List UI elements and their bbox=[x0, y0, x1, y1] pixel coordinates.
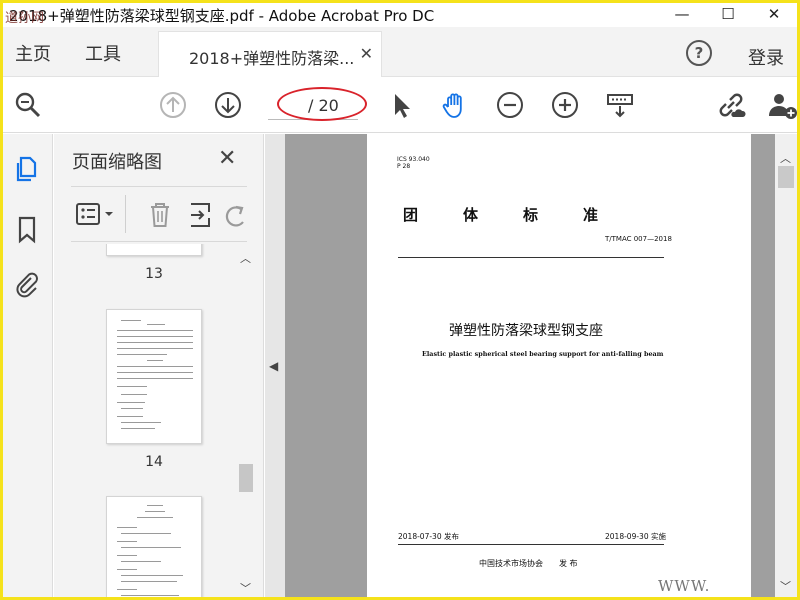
page-thumbnails-panel: 页面缩略图 ✕ 13 14 ︿ ﹀ bbox=[54, 134, 264, 597]
zoom-in-icon[interactable] bbox=[550, 90, 580, 120]
doc-title-cn: 弹塑性防落梁球型钢支座 bbox=[449, 323, 603, 339]
thumbnail-page-number: 13 bbox=[145, 266, 163, 282]
left-nav-rail bbox=[3, 134, 53, 597]
thumbnail-page-number: 14 bbox=[145, 454, 163, 470]
page-down-icon[interactable] bbox=[213, 90, 243, 120]
search-zoom-icon[interactable] bbox=[13, 90, 43, 120]
doc-standard-number: T/TMAC 007—2018 bbox=[605, 235, 672, 243]
page-up-icon[interactable] bbox=[158, 90, 188, 120]
doc-implement-date: 2018-09-30 实施 bbox=[605, 532, 666, 541]
thumbnail-scroll-thumb[interactable] bbox=[239, 464, 253, 492]
thumbnail-page[interactable] bbox=[106, 309, 202, 444]
app-window: 2018+弹塑性防落梁球型钢支座.pdf - Adobe Acrobat Pro… bbox=[0, 0, 800, 600]
scroll-down-arrow-icon[interactable]: ﹀ bbox=[240, 580, 251, 596]
tab-home[interactable]: 主页 bbox=[15, 40, 51, 66]
collapse-panel-arrow-icon[interactable]: ◀ bbox=[269, 359, 278, 373]
watermark-text: WWW. bbox=[658, 577, 711, 595]
help-button[interactable]: ? bbox=[686, 40, 712, 66]
bookmark-icon[interactable] bbox=[12, 214, 42, 244]
scroll-up-arrow-icon[interactable]: ︿ bbox=[780, 150, 791, 166]
scroll-up-arrow-icon[interactable]: ︿ bbox=[240, 250, 251, 266]
title-bar: 2018+弹塑性防落梁球型钢支座.pdf - Adobe Acrobat Pro… bbox=[3, 3, 797, 27]
rotate-page-icon[interactable] bbox=[221, 200, 251, 230]
tab-tools[interactable]: 工具 bbox=[85, 40, 121, 66]
doc-publish-date: 2018-07-30 发布 bbox=[398, 532, 459, 541]
main-toolbar: / 20 bbox=[3, 78, 797, 133]
window-title: 2018+弹塑性防落梁球型钢支座.pdf - Adobe Acrobat Pro… bbox=[9, 7, 435, 25]
thumbnail-options-icon[interactable] bbox=[75, 200, 119, 230]
document-scroll-thumb[interactable] bbox=[778, 166, 794, 188]
add-user-icon[interactable] bbox=[767, 90, 797, 120]
thumbnail-page[interactable] bbox=[106, 496, 202, 597]
scroll-down-arrow-icon[interactable]: ﹀ bbox=[780, 578, 791, 594]
page-number-box: / 20 bbox=[268, 92, 358, 120]
doc-rule bbox=[398, 257, 664, 258]
insert-page-icon[interactable] bbox=[186, 200, 216, 230]
tab-document[interactable]: 2018+弹塑性防落梁... ✕ bbox=[158, 31, 382, 77]
panel-title: 页面缩略图 bbox=[72, 152, 162, 173]
doc-ics-code: ICS 93.040 bbox=[397, 156, 430, 163]
thumbnail-page[interactable] bbox=[106, 244, 202, 256]
delete-page-icon[interactable] bbox=[145, 200, 175, 230]
page-number-input[interactable] bbox=[270, 95, 302, 117]
zoom-out-icon[interactable] bbox=[495, 90, 525, 120]
attachment-icon[interactable] bbox=[12, 269, 42, 299]
doc-header: 团 体 标 准 bbox=[403, 206, 599, 224]
keyboard-scroll-icon[interactable] bbox=[605, 90, 635, 120]
pdf-page[interactable]: ICS 93.040 P 28 团 体 标 准 T/TMAC 007—2018 … bbox=[367, 134, 751, 597]
document-tab-label: 2018+弹塑性防落梁... bbox=[189, 49, 355, 68]
thumbnail-list: 13 14 bbox=[54, 244, 236, 597]
page-total-label: / 20 bbox=[308, 96, 339, 115]
toolbar-divider bbox=[125, 195, 126, 233]
page-thumbnails-icon[interactable] bbox=[12, 154, 42, 184]
document-view: ◀ ICS 93.040 P 28 团 体 标 准 T/TMAC 007—201… bbox=[265, 134, 797, 597]
doc-rule bbox=[398, 544, 664, 545]
doc-publisher: 中国技术市场协会 发 布 bbox=[479, 559, 578, 568]
share-link-icon[interactable] bbox=[716, 90, 746, 120]
doc-title-en: Elastic plastic spherical steel bearing … bbox=[422, 350, 664, 358]
thumbnail-toolbar bbox=[71, 186, 247, 242]
select-arrow-icon[interactable] bbox=[386, 90, 416, 120]
document-scrollbar[interactable]: ︿ ﹀ bbox=[775, 134, 797, 597]
document-tab-close-button[interactable]: ✕ bbox=[360, 44, 373, 63]
login-button[interactable]: 登录 bbox=[748, 44, 784, 70]
maximize-button[interactable]: ☐ bbox=[705, 3, 751, 27]
close-window-button[interactable]: ✕ bbox=[751, 3, 797, 27]
panel-close-button[interactable]: ✕ bbox=[218, 146, 236, 171]
watermark-logo: 道孙网 bbox=[5, 11, 45, 26]
minimize-button[interactable]: — bbox=[659, 3, 705, 27]
hand-tool-icon[interactable] bbox=[440, 90, 470, 120]
tab-bar: 主页 工具 2018+弹塑性防落梁... ✕ ? 登录 bbox=[3, 27, 797, 77]
thumbnail-scrollbar[interactable]: ︿ ﹀ bbox=[237, 244, 255, 597]
doc-p-code: P 28 bbox=[397, 163, 411, 170]
